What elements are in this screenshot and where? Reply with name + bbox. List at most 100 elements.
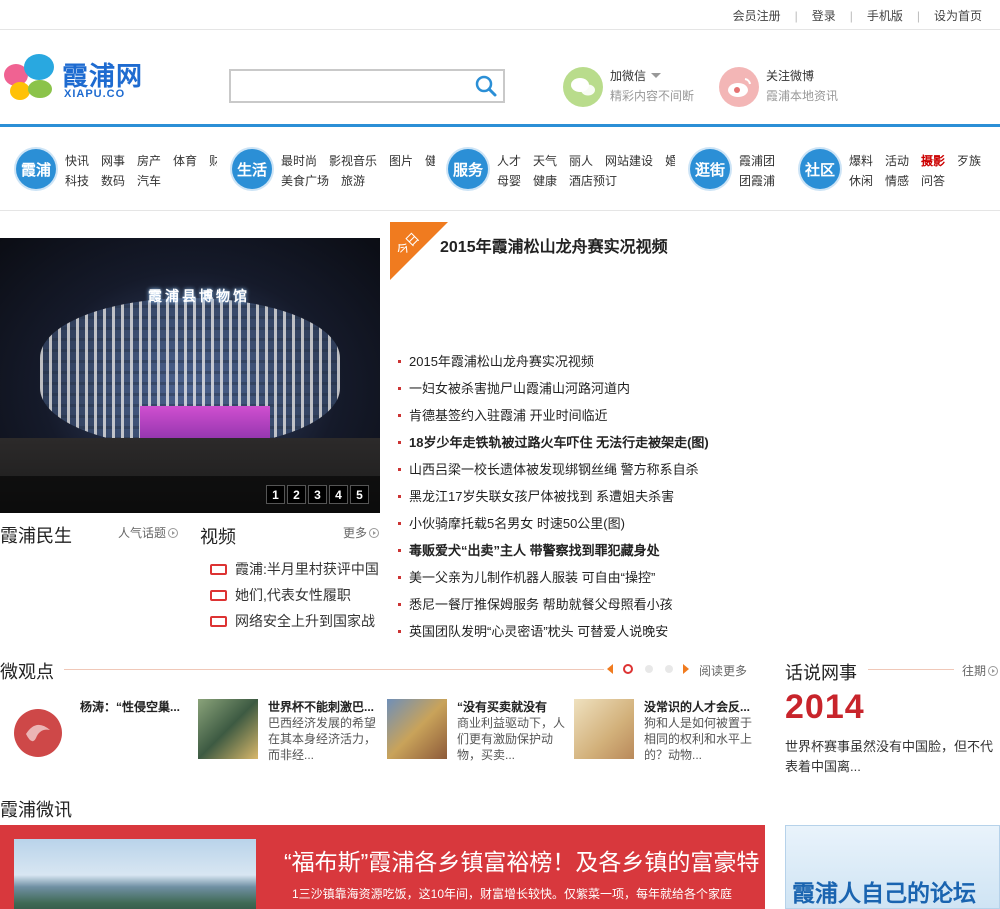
nav-link[interactable]: 数码	[101, 174, 125, 188]
news-list: 2015年霞浦松山龙舟赛实况视频 一妇女被杀害抛尸山霞浦山河路河道内 肯德基签约…	[398, 348, 770, 645]
nav-link[interactable]: 酒店预订	[569, 174, 617, 188]
slide-page-2[interactable]: 2	[287, 485, 306, 504]
carousel-dot-active[interactable]	[623, 664, 633, 674]
nav-link[interactable]: 问答	[921, 174, 945, 188]
opinion-item[interactable]: 世界杯不能刺激巴... 巴西经济发展的希望在其本身经济活力，而非经...	[198, 698, 378, 768]
nav-link[interactable]: 婚	[665, 154, 675, 168]
divider: |	[849, 8, 853, 23]
nav-link[interactable]: 财	[209, 154, 217, 168]
nav-link[interactable]: 网站建设	[605, 154, 653, 168]
opinion-title: 世界杯不能刺激巴...	[268, 700, 375, 714]
opinion-item[interactable]: “没有买卖就没有 商业利益驱动下，人们更有激励保护动物，买卖...	[387, 698, 567, 768]
huashuo-more[interactable]: 往期	[962, 662, 999, 679]
nav-link[interactable]: 图片	[389, 154, 413, 168]
nav-link[interactable]: 最时尚	[281, 154, 317, 168]
logo-petal-icon	[28, 80, 52, 98]
search-input[interactable]	[231, 71, 461, 101]
nav-link[interactable]: 汽车	[137, 174, 161, 188]
search-icon[interactable]	[473, 73, 499, 99]
category-badge[interactable]: 逛街	[690, 149, 730, 189]
category-badge[interactable]: 生活	[232, 149, 272, 189]
slide-page-1[interactable]: 1	[266, 485, 285, 504]
nav-link[interactable]: 情感	[885, 174, 909, 188]
museum-sign: 霞浦县博物馆	[148, 288, 250, 304]
login-link[interactable]: 登录	[812, 7, 836, 24]
nav-link[interactable]: 网事	[101, 154, 125, 168]
nav-link[interactable]: 爆料	[849, 154, 873, 168]
nav-link[interactable]: 丽人	[569, 154, 593, 168]
category-badge[interactable]: 服务	[448, 149, 488, 189]
slide-page-4[interactable]: 4	[329, 485, 348, 504]
minsheng-title: 霞浦民生	[0, 526, 72, 546]
video-item[interactable]: 网络安全上升到国家战	[210, 608, 378, 634]
weibo-follow[interactable]: 关注微博 霞浦本地资讯	[719, 65, 869, 109]
nav-link[interactable]: 体育	[173, 154, 197, 168]
set-homepage-link[interactable]: 设为首页	[934, 7, 982, 24]
slide-page-3[interactable]: 3	[308, 485, 327, 504]
top-bar: 会员注册 | 登录 | 手机版 | 设为首页	[0, 0, 1000, 30]
nav-link[interactable]: 旅游	[341, 174, 365, 188]
news-item[interactable]: 美一父亲为儿制作机器人服装 可自由“操控”	[398, 564, 770, 591]
nav-link[interactable]: 科技	[65, 174, 89, 188]
news-item[interactable]: 2015年霞浦松山龙舟赛实况视频	[398, 348, 770, 375]
nav-link[interactable]: 健康	[533, 174, 557, 188]
weibo-icon	[719, 67, 759, 107]
news-item[interactable]: 悉尼一餐厅推保姆服务 帮助就餐父母照看小孩	[398, 591, 770, 618]
category-badge[interactable]: 霞浦	[16, 149, 56, 189]
opinion-item[interactable]: 杨涛：“性侵空巢...	[0, 698, 190, 768]
nav-link[interactable]: 房产	[137, 154, 161, 168]
forum-banner[interactable]: 霞浦人自己的论坛	[785, 825, 1000, 909]
opinion-item[interactable]: 没常识的人才会反... 狗和人是如何被置于相同的权利和水平上的？动物...	[574, 698, 760, 768]
mobile-link[interactable]: 手机版	[867, 7, 903, 24]
nav-link[interactable]: 快讯	[65, 154, 89, 168]
opinion-desc: 巴西经济发展的希望在其本身经济活力，而非经...	[268, 716, 377, 762]
news-item[interactable]: 一妇女被杀害抛尸山霞浦山河路河道内	[398, 375, 770, 402]
news-item[interactable]: 18岁少年走铁轨被过路火车吓住 无法行走被架走(图)	[398, 429, 770, 456]
section-line	[868, 669, 954, 670]
prev-arrow-icon[interactable]	[607, 664, 613, 674]
huashuo-desc[interactable]: 世界杯赛事虽然没有中国脸，但不代表着中国离...	[785, 737, 997, 777]
huashuo-year[interactable]: 2014	[785, 688, 865, 727]
weixun-panel[interactable]: “福布斯”霞浦各乡镇富裕榜！及各乡镇的富豪特 1三沙镇靠海资源吃饭，这10年间，…	[0, 825, 765, 909]
nav-link[interactable]: 天气	[533, 154, 557, 168]
nav-link[interactable]: 影视音乐	[329, 154, 377, 168]
video-more[interactable]: 更多	[343, 524, 380, 541]
slide-page-5[interactable]: 5	[350, 485, 369, 504]
nav-link[interactable]: 美食广场	[281, 174, 329, 188]
site-logo[interactable]: 霞浦网 XIAPU.CO	[4, 52, 154, 108]
nav-link[interactable]: 人才	[497, 154, 521, 168]
search-box	[229, 69, 505, 103]
minsheng-more[interactable]: 人气话题	[118, 524, 179, 541]
carousel-dot[interactable]	[645, 665, 653, 673]
video-item-label: 霞浦:半月里村获评中国	[235, 561, 378, 577]
news-item[interactable]: 山西吕梁一校长遗体被发现绑钢丝绳 警方称系自杀	[398, 456, 770, 483]
headline-title[interactable]: 2015年霞浦松山龙舟赛实况视频	[440, 233, 668, 257]
image-slider[interactable]: 霞浦县博物馆	[0, 238, 380, 513]
weiguandian-more[interactable]: 阅读更多	[699, 662, 747, 679]
next-arrow-icon[interactable]	[683, 664, 689, 674]
weixin-follow[interactable]: 加微信 精彩内容不间断	[563, 65, 713, 109]
video-list: 霞浦:半月里村获评中国 她们,代表女性履职 网络安全上升到国家战	[210, 556, 378, 634]
register-link[interactable]: 会员注册	[733, 7, 781, 24]
slider-pager: 1 2 3 4 5	[266, 485, 371, 504]
category-life: 生活 最时尚 影视音乐 图片健 美食广场 旅游	[232, 147, 435, 191]
news-item[interactable]: 小伙骑摩托载5名男女 时速50公里(图)	[398, 510, 770, 537]
news-item[interactable]: 毒贩爱犬“出卖”主人 带警察找到罪犯藏身处	[398, 537, 770, 564]
nav-link[interactable]: 健	[425, 154, 435, 168]
nav-link[interactable]: 活动	[885, 154, 909, 168]
weixun-desc: 1三沙镇靠海资源吃饭，这10年间，财富增长较快。仅紫菜一项，每年就给各个家庭	[292, 887, 733, 901]
nav-link-highlight[interactable]: 摄影	[921, 154, 945, 168]
video-item[interactable]: 她们,代表女性履职	[210, 582, 378, 608]
video-item[interactable]: 霞浦:半月里村获评中国	[210, 556, 378, 582]
news-item[interactable]: 英国团队发明“心灵密语”枕头 可替爱人说晚安	[398, 618, 770, 645]
nav-link[interactable]: 母婴	[497, 174, 521, 188]
carousel-dot[interactable]	[665, 665, 673, 673]
nav-link[interactable]: 团霞浦	[739, 174, 775, 188]
news-item[interactable]: 黑龙江17岁失联女孩尸体被找到 系遭姐夫杀害	[398, 483, 770, 510]
nav-link[interactable]: 歹族	[957, 154, 981, 168]
news-item[interactable]: 肯德基签约入驻霞浦 开业时间临近	[398, 402, 770, 429]
nav-link[interactable]: 休闲	[849, 174, 873, 188]
category-badge[interactable]: 社区	[800, 149, 840, 189]
nav-link[interactable]: 霞浦团	[739, 154, 775, 168]
top-links: 会员注册 | 登录 | 手机版 | 设为首页	[733, 7, 982, 24]
